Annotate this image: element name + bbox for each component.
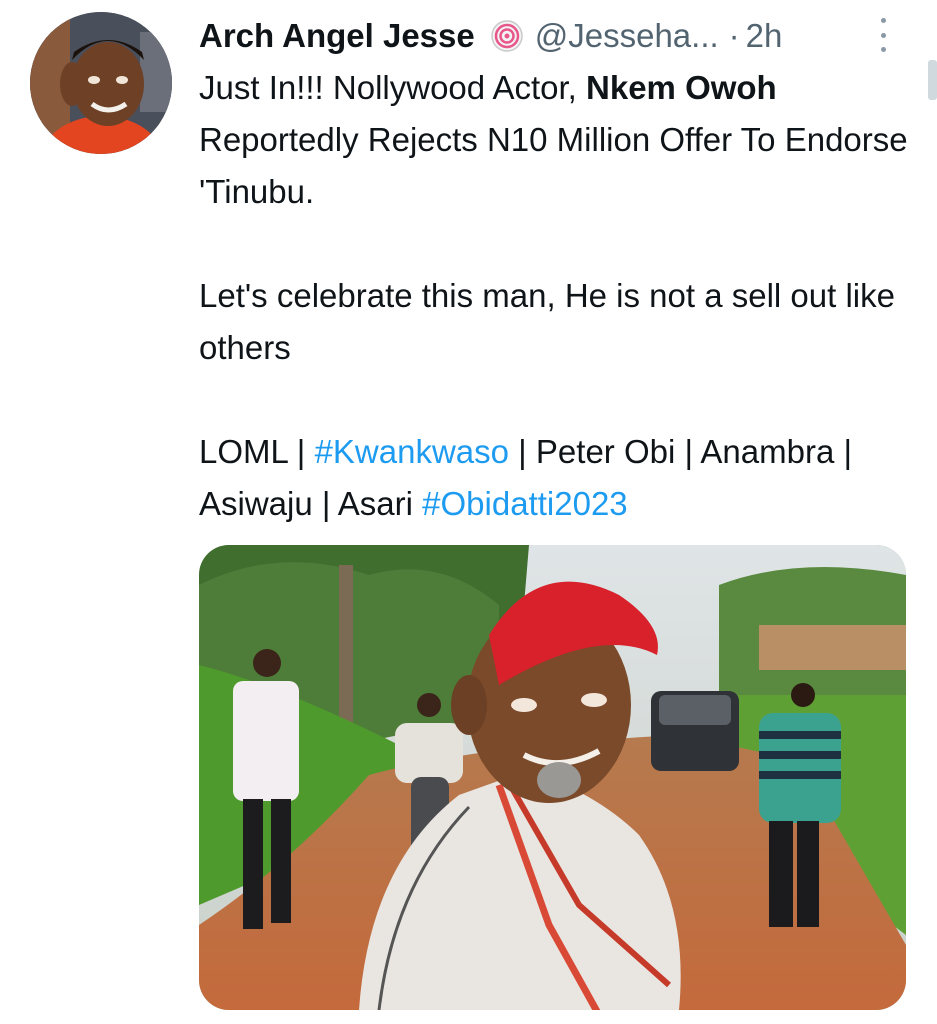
scrollbar[interactable] (928, 60, 937, 100)
tweet-photo[interactable] (199, 545, 906, 1010)
display-name[interactable]: Arch Angel Jesse (199, 14, 475, 58)
avatar[interactable] (30, 12, 172, 154)
tweet-paragraph-3: LOML | #Kwankwaso | Peter Obi | Anambra … (199, 426, 919, 530)
tweet-paragraph-1: Just In!!! Nollywood Actor, Nkem Owoh Re… (199, 62, 919, 218)
user-handle[interactable]: @Jesseha... (535, 14, 719, 58)
lollipop-badge-icon (489, 18, 525, 54)
timestamp[interactable]: 2h (746, 14, 783, 58)
text-segment: LOML | (199, 433, 315, 470)
tweet-text: Just In!!! Nollywood Actor, Nkem Owoh Re… (199, 62, 919, 530)
separator-dot: · (728, 17, 740, 54)
hashtag-link[interactable]: #Kwankwaso (315, 433, 509, 470)
text-segment: Reportedly Rejects N10 Million Offer To … (199, 121, 908, 210)
text-segment: Just In!!! Nollywood Actor, (199, 69, 587, 106)
hashtag-link[interactable]: #Obidatti2023 (422, 485, 628, 522)
more-vertical-icon[interactable] (874, 18, 892, 52)
tweet-paragraph-2: Let's celebrate this man, He is not a se… (199, 277, 895, 366)
bold-name: Nkem Owoh (586, 69, 777, 106)
tweet-header: Arch Angel Jesse @Jesseha... · 2h (199, 14, 782, 58)
